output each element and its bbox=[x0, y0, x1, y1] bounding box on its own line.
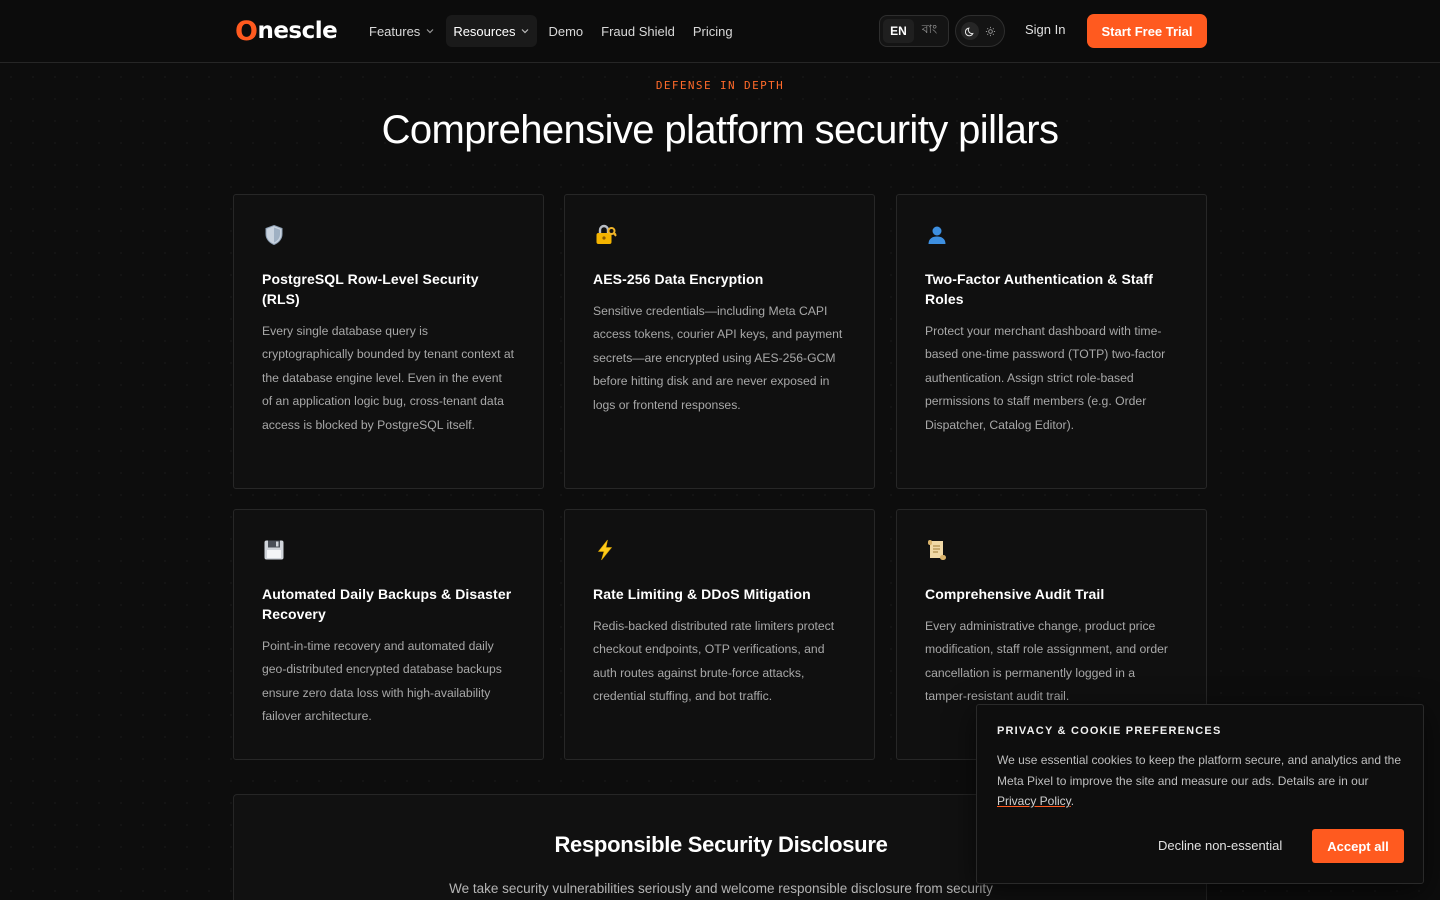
lang-en[interactable]: EN bbox=[883, 19, 914, 43]
nav-fraud-shield[interactable]: Fraud Shield bbox=[594, 15, 682, 47]
card-description: Point-in-time recovery and automated dai… bbox=[262, 639, 502, 724]
scroll-icon bbox=[928, 540, 946, 560]
theme-toggle bbox=[955, 15, 1005, 47]
card-description: Sensitive credentials—including Meta CAP… bbox=[593, 304, 843, 412]
card-description: Every administrative change, product pri… bbox=[925, 619, 1168, 704]
nav-demo[interactable]: Demo bbox=[541, 15, 590, 47]
section-headline: Comprehensive platform security pillars bbox=[381, 108, 1059, 152]
nav-features[interactable]: Features bbox=[362, 15, 442, 47]
user-icon bbox=[928, 226, 946, 244]
shield-icon bbox=[265, 224, 283, 246]
cookie-text: We use essential cookies to keep the pla… bbox=[997, 750, 1403, 812]
top-nav: Onescle Features Resources Demo Fraud Sh… bbox=[0, 0, 1440, 63]
nav-pricing[interactable]: Pricing bbox=[686, 15, 740, 47]
nav-resources-label: Resources bbox=[453, 23, 516, 39]
section-eyebrow: DEFENSE IN DEPTH bbox=[655, 79, 785, 92]
accept-all-button[interactable]: Accept all bbox=[1312, 829, 1404, 863]
card-title: Two-Factor Authentication & Staff Roles bbox=[925, 271, 1154, 307]
nav-resources[interactable]: Resources bbox=[446, 15, 538, 47]
start-free-trial-button[interactable]: Start Free Trial bbox=[1087, 14, 1207, 48]
floppy-disk-icon bbox=[264, 540, 284, 560]
sign-in-link[interactable]: Sign In bbox=[1025, 22, 1065, 37]
pillar-card-encryption: AES-256 Data Encryption Sensitive creden… bbox=[564, 194, 875, 489]
card-title: Comprehensive Audit Trail bbox=[925, 586, 1105, 602]
pillar-card-backups: Automated Daily Backups & Disaster Recov… bbox=[233, 509, 544, 760]
cookie-body: We use essential cookies to keep the pla… bbox=[997, 753, 1402, 788]
main-menu: Features Resources Demo Fraud Shield Pri… bbox=[362, 15, 740, 47]
card-title: PostgreSQL Row-Level Security (RLS) bbox=[262, 271, 479, 307]
privacy-policy-link[interactable]: Privacy Policy bbox=[997, 794, 1071, 808]
light-mode-button[interactable] bbox=[981, 22, 999, 40]
card-description: Protect your merchant dashboard with tim… bbox=[925, 324, 1166, 432]
logo-text: nescle bbox=[257, 18, 338, 44]
dark-mode-button[interactable] bbox=[961, 22, 979, 40]
chevron-down-icon bbox=[425, 26, 435, 36]
card-title: Automated Daily Backups & Disaster Recov… bbox=[262, 586, 512, 622]
cookie-title: PRIVACY & COOKIE PREFERENCES bbox=[997, 725, 1222, 737]
pillar-card-rls: PostgreSQL Row-Level Security (RLS) Ever… bbox=[233, 194, 544, 489]
sun-icon bbox=[985, 26, 995, 36]
cookie-consent-banner: PRIVACY & COOKIE PREFERENCES We use esse… bbox=[976, 704, 1424, 884]
lang-bn[interactable]: বাং bbox=[914, 19, 945, 43]
moon-icon bbox=[964, 26, 974, 36]
lock-key-icon bbox=[596, 224, 617, 244]
nav-fraud-shield-label: Fraud Shield bbox=[601, 23, 675, 39]
card-title: Rate Limiting & DDoS Mitigation bbox=[593, 586, 811, 602]
nav-demo-label: Demo bbox=[548, 23, 584, 39]
card-description: Redis-backed distributed rate limiters p… bbox=[593, 619, 835, 704]
lightning-icon bbox=[597, 539, 613, 561]
nav-pricing-label: Pricing bbox=[692, 23, 733, 39]
chevron-down-icon bbox=[520, 26, 530, 36]
pillar-card-rate-limiting: Rate Limiting & DDoS Mitigation Redis-ba… bbox=[564, 509, 875, 760]
onescle-logo[interactable]: Onescle bbox=[235, 15, 338, 47]
language-toggle: EN বাং bbox=[879, 15, 949, 47]
decline-non-essential-button[interactable]: Decline non-essential bbox=[1158, 838, 1282, 853]
cookie-text-end: . bbox=[1070, 794, 1075, 808]
card-description: Every single database query is cryptogra… bbox=[262, 324, 515, 432]
card-title: AES-256 Data Encryption bbox=[593, 271, 764, 287]
pillar-card-2fa: Two-Factor Authentication & Staff Roles … bbox=[896, 194, 1207, 489]
logo-o: O bbox=[235, 15, 258, 47]
nav-features-label: Features bbox=[369, 23, 421, 39]
